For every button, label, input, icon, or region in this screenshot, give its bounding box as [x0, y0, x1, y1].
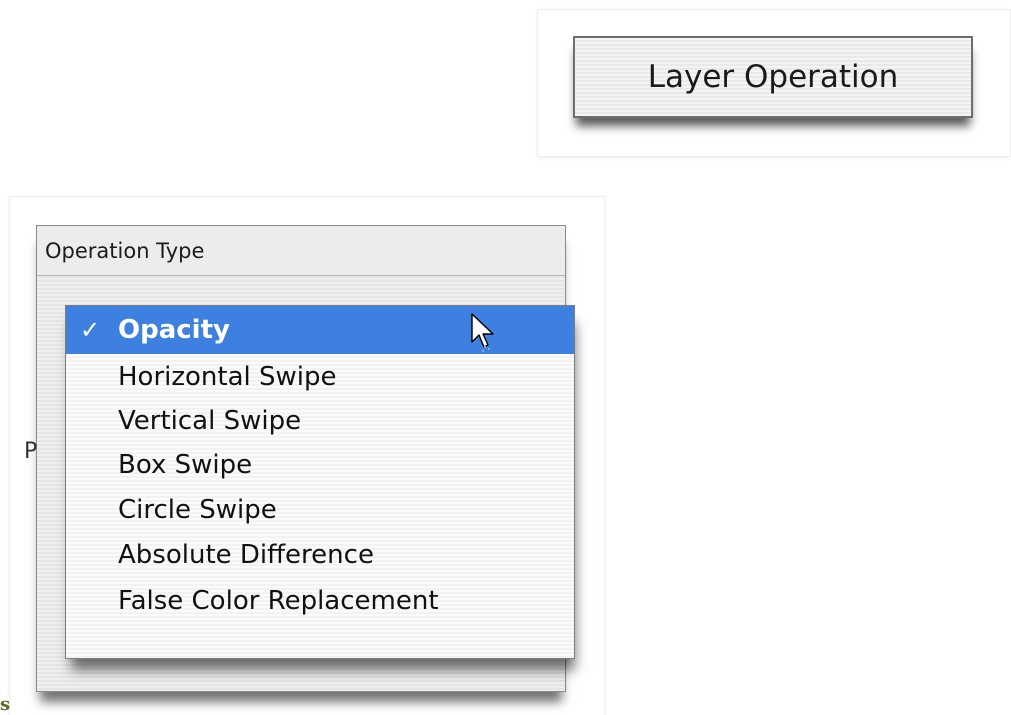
menu-item-vertical-swipe[interactable]: Vertical Swipe: [66, 398, 574, 444]
menu-item-label: Box Swipe: [118, 450, 253, 480]
stray-text: s: [0, 694, 11, 715]
layer-operation-card: Layer Operation: [538, 10, 1010, 156]
menu-item-absolute-difference[interactable]: Absolute Difference: [66, 532, 574, 578]
menu-item-false-color-replacement[interactable]: False Color Replacement: [66, 578, 574, 624]
operation-type-header: Operation Type: [37, 226, 565, 276]
menu-item-circle-swipe[interactable]: Circle Swipe: [66, 487, 574, 533]
menu-item-label: Opacity: [118, 315, 230, 345]
arrow-cursor-icon: [471, 313, 494, 352]
menu-item-label: False Color Replacement: [118, 586, 439, 616]
operation-type-card: Operation Type P ✓ Opacity Horizontal Sw…: [10, 197, 604, 715]
menu-item-box-swipe[interactable]: Box Swipe: [66, 442, 574, 488]
menu-item-label: Circle Swipe: [118, 495, 277, 525]
menu-item-label: Horizontal Swipe: [118, 362, 337, 392]
menu-item-opacity[interactable]: ✓ Opacity: [66, 306, 574, 354]
obscured-label-letter: P: [24, 439, 38, 464]
menu-item-horizontal-swipe[interactable]: Horizontal Swipe: [66, 354, 574, 400]
checkmark-icon: ✓: [80, 316, 101, 344]
operation-type-popup-menu[interactable]: ✓ Opacity Horizontal Swipe Vertical Swip…: [65, 305, 575, 659]
menu-item-label: Vertical Swipe: [118, 406, 302, 436]
menu-item-label: Absolute Difference: [118, 540, 374, 570]
layer-operation-button[interactable]: Layer Operation: [573, 36, 973, 118]
